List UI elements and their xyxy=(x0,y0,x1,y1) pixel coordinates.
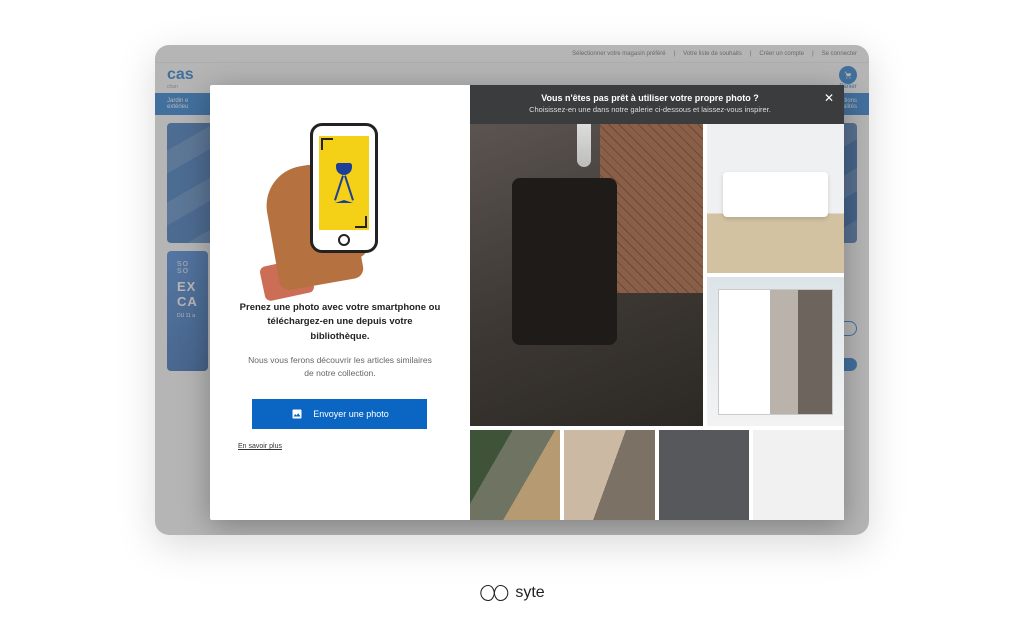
gallery-image-blank[interactable] xyxy=(753,430,844,520)
upload-illustration xyxy=(270,115,410,285)
gallery-image-tile[interactable] xyxy=(659,430,750,520)
gallery-title: Vous n'êtes pas prêt à utiliser votre pr… xyxy=(486,93,814,103)
gallery-header: Vous n'êtes pas prêt à utiliser votre pr… xyxy=(470,85,844,124)
browser-frame: Sélectionner votre magasin préféré| Votr… xyxy=(155,45,869,535)
inspiration-gallery xyxy=(470,124,844,520)
syte-brand: syte xyxy=(479,583,544,603)
modal-subtitle: Nous vous ferons découvrir les articles … xyxy=(238,354,442,380)
upload-photo-button[interactable]: Envoyer une photo xyxy=(252,399,427,429)
learn-more-link[interactable]: En savoir plus xyxy=(238,443,282,450)
modal-right-panel: Vous n'êtes pas prêt à utiliser votre pr… xyxy=(470,85,844,520)
gallery-subtitle: Choisissez-en une dans notre galerie ci-… xyxy=(486,105,814,114)
syte-logo-icon xyxy=(479,583,509,603)
modal-title: Prenez une photo avec votre smartphone o… xyxy=(238,301,442,344)
gallery-image-bathroom[interactable] xyxy=(707,124,844,273)
modal-left-panel: Prenez une photo avec votre smartphone o… xyxy=(210,85,470,520)
gallery-image-wardrobe[interactable] xyxy=(707,277,844,426)
gallery-image-flooring[interactable] xyxy=(564,430,655,520)
gallery-image-living-room[interactable] xyxy=(470,430,561,520)
gallery-image-kitchen-sink[interactable] xyxy=(470,124,703,426)
close-icon[interactable]: ✕ xyxy=(822,92,836,106)
visual-search-modal: Prenez une photo avec votre smartphone o… xyxy=(210,85,844,520)
image-upload-icon xyxy=(291,408,303,420)
